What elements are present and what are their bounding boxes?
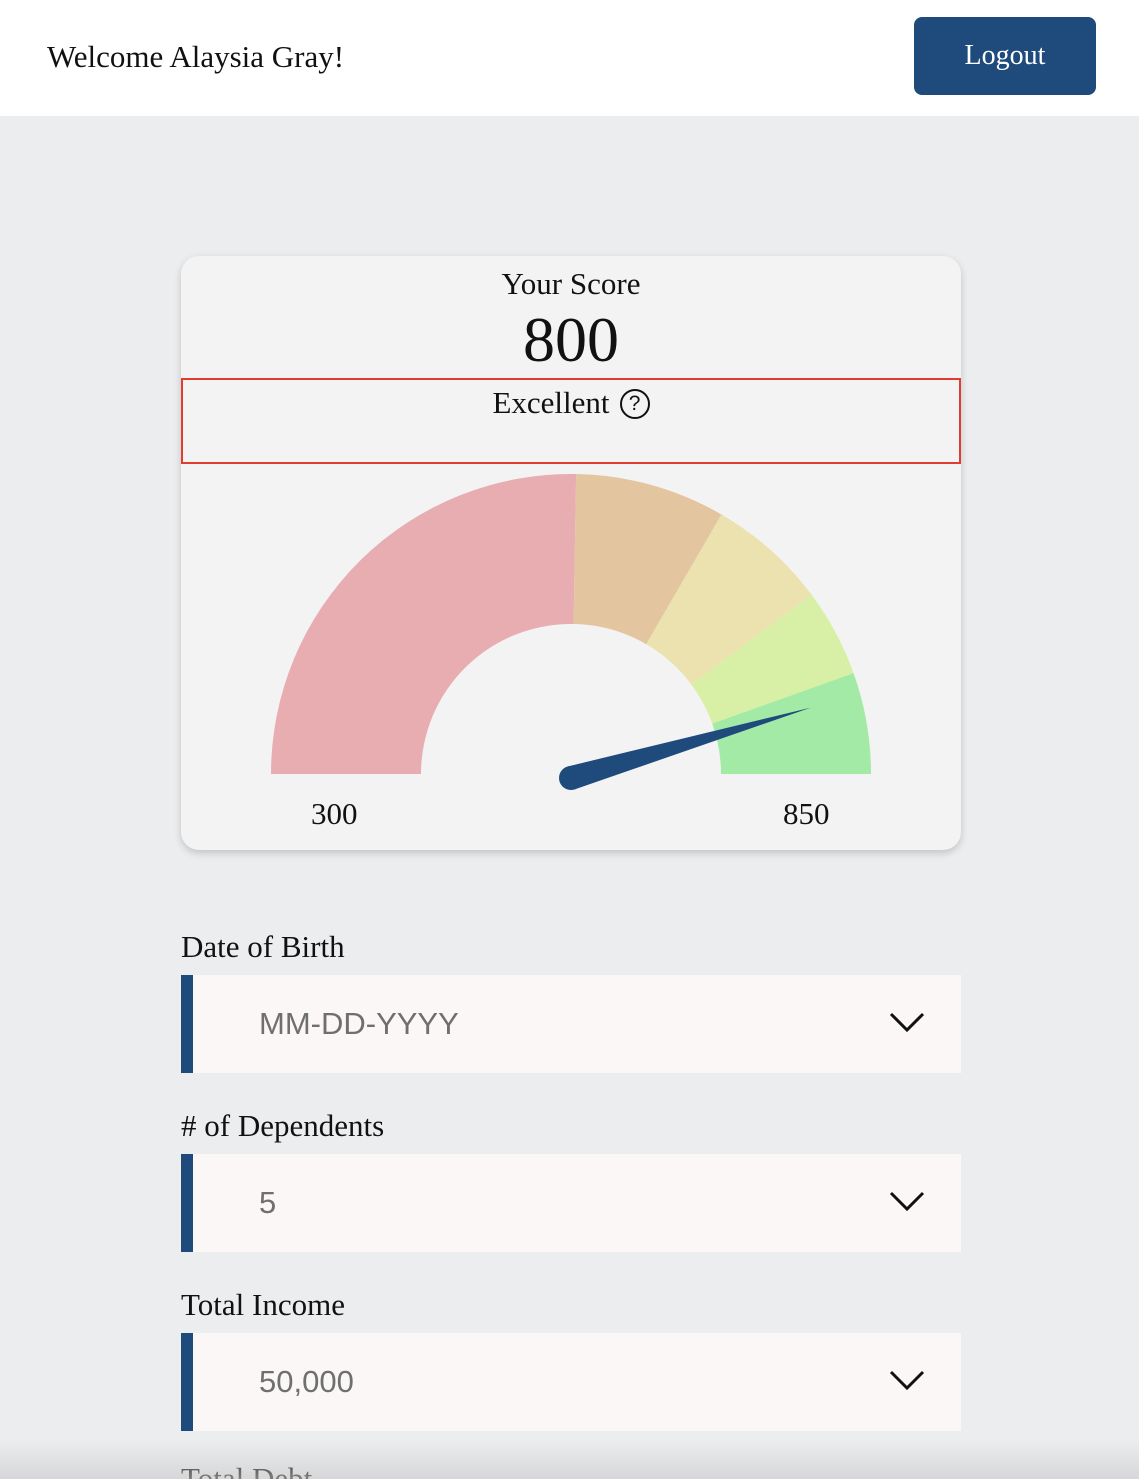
chevron-down-icon (889, 1191, 925, 1212)
date-of-birth-label: Date of Birth (181, 929, 345, 964)
gauge-max-label: 850 (783, 796, 830, 831)
date-of-birth-value: MM-DD-YYYY (259, 1006, 459, 1041)
dependents-label: # of Dependents (181, 1108, 385, 1143)
welcome-message: Welcome Alaysia Gray! (47, 39, 345, 74)
chevron-down-icon (889, 1012, 925, 1033)
gauge-band-1 (271, 473, 577, 774)
date-of-birth-select[interactable]: MM-DD-YYYY (181, 975, 961, 1073)
dependents-value: 5 (259, 1185, 277, 1220)
logout-button[interactable]: Logout (914, 17, 1096, 95)
total-income-value: 50,000 (259, 1364, 354, 1399)
chevron-down-icon (889, 1370, 925, 1391)
bottom-fade (0, 1440, 1139, 1479)
score-gauge (271, 473, 871, 790)
top-header: Welcome Alaysia Gray! Logout (0, 0, 1139, 116)
needle-hub (559, 766, 583, 790)
gauge-min-label: 300 (311, 796, 358, 831)
score-card: Your Score 800 Excellent? 300 850 (181, 256, 961, 850)
total-income-select[interactable]: 50,000 (181, 1333, 961, 1431)
total-income-label: Total Income (181, 1287, 345, 1322)
gauge-bands (271, 473, 871, 774)
total-debt-label: Total Debt (181, 1461, 313, 1479)
dependents-select[interactable]: 5 (181, 1154, 961, 1252)
